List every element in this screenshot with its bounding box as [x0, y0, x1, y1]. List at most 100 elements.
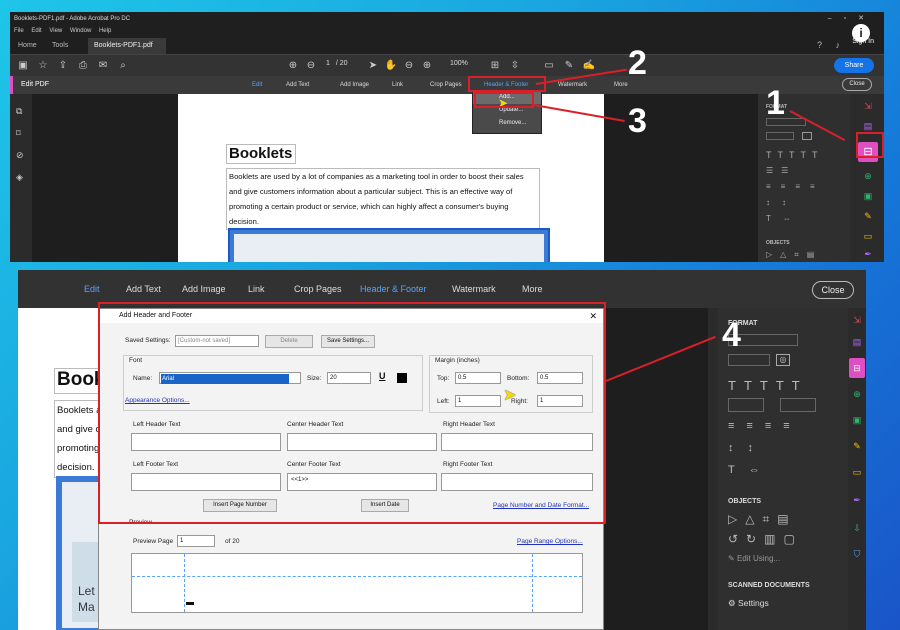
bookmark-icon[interactable]: ⌑	[16, 128, 21, 139]
object-icons-row1[interactable]: ▷△⌗▤	[728, 512, 797, 527]
size-select[interactable]	[728, 354, 770, 366]
object-icons[interactable]: ▷△⌗▤	[766, 250, 822, 260]
shield-icon[interactable]: ⛉	[851, 548, 863, 560]
page-up-icon[interactable]: ⊕	[286, 59, 300, 73]
text-style-icons[interactable]: TTTTT	[766, 150, 824, 160]
crop-pages-tool[interactable]: Crop Pages	[430, 76, 462, 94]
preview-margin-left	[184, 554, 185, 612]
list-icons[interactable]: ☰☰	[766, 166, 796, 175]
add-text-tool[interactable]: Add Text	[126, 280, 161, 298]
link-tool[interactable]: Link	[392, 76, 403, 94]
page-down-icon[interactable]: ⊖	[304, 59, 318, 73]
spacing-icons[interactable]: ↕↕	[728, 442, 767, 454]
preview-page-input[interactable]: 1	[177, 535, 215, 547]
doc-image[interactable]	[228, 228, 550, 262]
pen-icon[interactable]: ✎	[562, 59, 576, 73]
add-image-tool[interactable]: Add Image	[340, 76, 369, 94]
annotation-box-2	[468, 76, 546, 92]
bell-icon[interactable]: ♪	[836, 40, 841, 50]
preview-margin-right	[532, 554, 533, 612]
create-pdf-icon[interactable]: ⊕	[851, 388, 863, 400]
window-controls[interactable]: –▫✕	[828, 12, 876, 26]
zoom-out-icon[interactable]: ⊖	[402, 59, 416, 73]
layers-icon[interactable]: ◈	[16, 172, 23, 183]
upload-icon[interactable]: ⇪	[56, 59, 70, 73]
menu-item-remove[interactable]: Remove...	[473, 117, 541, 130]
text-style-icons[interactable]: TTTTT	[728, 378, 808, 393]
comment-rail-icon[interactable]: ▭	[851, 466, 863, 478]
page-range-options-link[interactable]: Page Range Options...	[517, 538, 583, 545]
number-list-select[interactable]	[780, 398, 816, 412]
edit-pdf-bar: Edit PDF Edit Add Text Add Image Link Cr…	[10, 76, 884, 94]
menu-edit[interactable]: Edit	[31, 28, 41, 34]
combine-icon[interactable]: ▣	[851, 414, 863, 426]
cursor-icon[interactable]: ➤	[366, 59, 380, 73]
edit-tool[interactable]: Edit	[252, 76, 262, 94]
print-icon[interactable]: ⎙	[76, 59, 90, 73]
edit-pdf-icon[interactable]: ⊟	[849, 358, 865, 378]
scale-icons[interactable]: T⇔	[766, 214, 803, 223]
edit-tool[interactable]: Edit	[84, 280, 100, 298]
header-footer-tool[interactable]: Header & Footer	[360, 280, 427, 298]
menu-file[interactable]: File	[14, 28, 24, 34]
export-pdf-icon[interactable]: ⇲	[862, 100, 874, 112]
add-text-tool[interactable]: Add Text	[286, 76, 309, 94]
tab-document[interactable]: Booklets-PDF1.pdf ×	[88, 38, 166, 65]
scroll-mode-icon[interactable]: ⇳	[508, 59, 522, 73]
create-pdf-icon[interactable]: ⊕	[862, 170, 874, 182]
bullet-list-select[interactable]	[728, 398, 764, 412]
scale-icons[interactable]: T⇔	[728, 464, 774, 476]
link-tool[interactable]: Link	[248, 280, 265, 298]
organize-icon[interactable]: ▤	[851, 336, 863, 348]
comment-icon[interactable]: ▭	[542, 59, 556, 73]
mail-icon[interactable]: ✉	[96, 59, 110, 73]
compress-icon[interactable]: ⇩	[851, 522, 863, 534]
protect-icon[interactable]: ✒	[851, 494, 863, 506]
protect-icon[interactable]: ✒	[862, 248, 874, 260]
watermark-tool[interactable]: Watermark	[452, 280, 496, 298]
add-image-tool[interactable]: Add Image	[182, 280, 226, 298]
settings-link[interactable]: ⚙ Settings	[728, 598, 769, 609]
attachment-icon[interactable]: ⊘	[16, 150, 24, 161]
sign-in-link[interactable]: Sign In	[852, 38, 874, 45]
fill-sign-icon[interactable]: ✎	[862, 210, 874, 222]
close-edit-button[interactable]: Close	[812, 281, 854, 299]
color-swatch[interactable]	[802, 132, 812, 140]
tab-tools[interactable]: Tools	[46, 38, 74, 54]
page-number-input[interactable]: 1	[326, 60, 330, 67]
edit-using-select[interactable]: ✎ Edit Using...	[728, 554, 834, 568]
help-circle-icon[interactable]: ?	[817, 40, 822, 50]
close-edit-button[interactable]: Close	[842, 78, 872, 91]
spacing-icons[interactable]: ↕↕	[766, 198, 798, 207]
fit-page-icon[interactable]: ⊞	[488, 59, 502, 73]
crop-pages-tool[interactable]: Crop Pages	[294, 280, 342, 298]
export-pdf-icon[interactable]: ⇲	[851, 314, 863, 326]
menu-view[interactable]: View	[49, 28, 62, 34]
save-icon[interactable]: ▣	[16, 59, 30, 73]
share-button[interactable]: Share	[834, 58, 874, 73]
doc-heading[interactable]: Booklets	[226, 144, 296, 164]
menu-window[interactable]: Window	[70, 28, 91, 34]
object-icons-row2[interactable]: ↺↻▥▢	[728, 532, 803, 546]
fill-sign-icon[interactable]: ✎	[851, 440, 863, 452]
tab-home[interactable]: Home	[12, 38, 43, 54]
more-tool[interactable]: More	[522, 280, 543, 298]
align-icons[interactable]: ≡≡≡≡	[728, 420, 802, 432]
star-icon[interactable]: ☆	[36, 59, 50, 73]
color-swatch[interactable]: ◎	[776, 354, 790, 366]
combine-icon[interactable]: ▣	[862, 190, 874, 202]
menu-help[interactable]: Help	[99, 28, 111, 34]
zoom-select[interactable]: 100%	[450, 60, 468, 67]
sign-icon[interactable]: ✍	[582, 59, 596, 73]
comment-rail-icon[interactable]: ▭	[862, 230, 874, 242]
pages-icon[interactable]: ⧉	[16, 106, 22, 117]
hand-icon[interactable]: ✋	[384, 59, 398, 73]
align-icons[interactable]: ≡≡≡≡	[766, 182, 825, 191]
organize-icon[interactable]: ▤	[862, 120, 874, 132]
doc-paragraph[interactable]: Booklets are used by a lot of companies …	[226, 168, 540, 230]
size-select[interactable]	[766, 132, 794, 140]
more-tool[interactable]: More	[614, 76, 628, 94]
zoom-in-icon[interactable]: ⊕	[420, 59, 434, 73]
search-icon[interactable]: ⌕	[116, 59, 130, 73]
doc-line: Booklets are used by a lot of companies …	[229, 172, 524, 181]
